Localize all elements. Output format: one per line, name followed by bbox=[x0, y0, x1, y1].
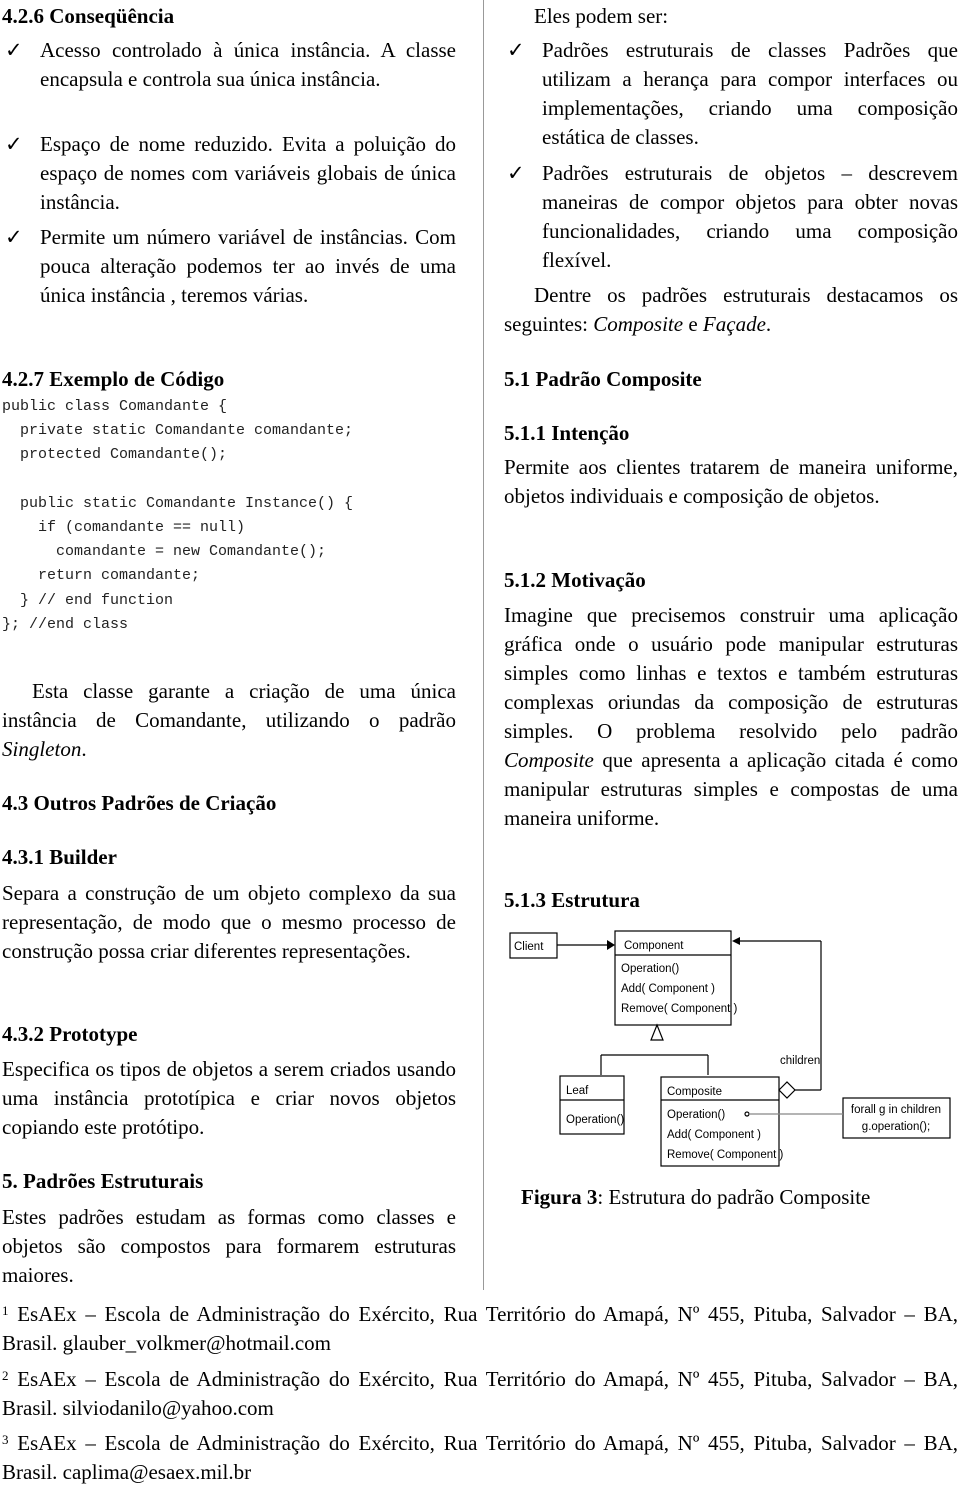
paragraph-intencao: Permite aos clientes tratarem de maneira… bbox=[504, 455, 958, 508]
paragraph-dentre: Dentre os padrões estruturais destacamos… bbox=[504, 281, 958, 339]
paragraph-prototype: Especifica os tipos de objetos a serem c… bbox=[2, 1057, 456, 1139]
code-block: public class Comandante { private static… bbox=[2, 395, 353, 637]
code-line: public class Comandante { bbox=[2, 398, 228, 415]
operation-label: Remove( Component ) bbox=[667, 1149, 783, 1161]
heading-5-1-2: 5.1.2 Motivação bbox=[504, 568, 646, 592]
footnote-text: EsAEx – Escola de Administração do Exérc… bbox=[2, 1302, 958, 1355]
paragraph-motivacao: Imagine que precisemos construir uma apl… bbox=[504, 601, 958, 833]
caption-text: : Estrutura do padrão Composite bbox=[597, 1185, 871, 1209]
paragraph-builder: Separa a construção de um objeto complex… bbox=[2, 881, 456, 963]
text-italic: Composite bbox=[504, 748, 594, 772]
composite-label: Composite bbox=[667, 1086, 722, 1098]
list-item-text: Padrões estruturais de classes Padrões q… bbox=[542, 38, 958, 149]
footnote-number: 1 bbox=[2, 1303, 9, 1318]
list-item: ✓ Padrões estruturais de classes Padrões … bbox=[507, 36, 958, 152]
list-item-text: Permite um número variável de instâncias… bbox=[40, 225, 456, 307]
code-line: public static Comandante Instance() { bbox=[2, 494, 354, 512]
heading-4-3: 4.3 Outros Padrões de Criação bbox=[2, 791, 277, 815]
footnote: 3 EsAEx – Escola de Administração do Exé… bbox=[2, 1429, 958, 1487]
arrow-head-icon bbox=[732, 937, 740, 945]
code-line: if (comandante == null) bbox=[2, 519, 246, 537]
list-item: ✓ Espaço de nome reduzido. Evita a poluiç… bbox=[5, 130, 456, 217]
children-label: children bbox=[780, 1055, 820, 1067]
paragraph-estruturais: Estes padrões estudam as formas como cla… bbox=[2, 1205, 456, 1287]
text-italic: Façade bbox=[702, 312, 766, 336]
list-item: ✓ Acesso controlado à única instância. A … bbox=[5, 36, 456, 94]
heading-5-1-3: 5.1.3 Estrutura bbox=[504, 888, 640, 912]
heading-5: 5. Padrões Estruturais bbox=[2, 1169, 204, 1193]
list-item: ✓ Padrões estruturais de objetos – descre… bbox=[507, 159, 958, 275]
list-item-text: Acesso controlado à única instância. A c… bbox=[40, 38, 456, 91]
heading-4-3-1: 4.3.1 Builder bbox=[2, 845, 117, 869]
code-line: private static Comandante comandante; bbox=[2, 422, 354, 440]
note-text: forall g in children bbox=[851, 1104, 941, 1116]
footnote-number: 2 bbox=[2, 1368, 9, 1383]
heading-4-2-7: 4.2.7 Exemplo de Código bbox=[2, 367, 225, 391]
checkmark-icon: ✓ bbox=[5, 38, 23, 62]
component-label: Component bbox=[624, 940, 684, 952]
leaf-label: Leaf bbox=[566, 1085, 589, 1097]
operation-label: Remove( Component ) bbox=[621, 1003, 737, 1015]
footnote: 2 EsAEx – Escola de Administração do Exé… bbox=[2, 1365, 958, 1423]
document-page: 4.2.6 Conseqüência ✓ Acesso controlado à … bbox=[0, 0, 960, 1487]
note-text: g.operation(); bbox=[862, 1121, 930, 1133]
intro-text: Eles podem ser: bbox=[534, 4, 669, 28]
client-label: Client bbox=[514, 941, 544, 953]
footnote-text: EsAEx – Escola de Administração do Exérc… bbox=[2, 1367, 958, 1420]
heading-5-1-1: 5.1.1 Intenção bbox=[504, 421, 630, 445]
code-line: comandante = new Comandante(); bbox=[2, 543, 327, 561]
text: . bbox=[765, 312, 772, 336]
footnote-text: EsAEx – Escola de Administração do Exérc… bbox=[2, 1431, 958, 1484]
checkmark-icon: ✓ bbox=[507, 161, 525, 185]
text: . bbox=[81, 737, 87, 761]
operation-label: Operation() bbox=[566, 1114, 624, 1126]
heading-4-3-2: 4.3.2 Prototype bbox=[2, 1022, 138, 1046]
inheritance-triangle-icon bbox=[650, 1023, 664, 1041]
composite-uml-diagram: Client Component Operation() Add( Compon… bbox=[509, 930, 951, 1167]
note-anchor bbox=[744, 1111, 750, 1117]
operation-label: Operation() bbox=[667, 1109, 725, 1121]
list-item: ✓ Permite um número variável de instância… bbox=[5, 223, 456, 310]
text: e bbox=[683, 312, 703, 336]
checkmark-icon: ✓ bbox=[5, 132, 23, 156]
footnote-number: 3 bbox=[2, 1432, 9, 1447]
checkmark-icon: ✓ bbox=[5, 225, 23, 249]
text-italic: Composite bbox=[593, 312, 684, 336]
operation-label: Operation() bbox=[621, 963, 679, 975]
list-item-text: Espaço de nome reduzido. Evita a poluiçã… bbox=[40, 132, 456, 214]
column-divider bbox=[483, 0, 484, 1290]
operation-label: Add( Component ) bbox=[667, 1129, 761, 1141]
paragraph-singleton: Esta classe garante a criação de uma úni… bbox=[2, 677, 456, 764]
figure-caption: Figura 3: Estrutura do padrão Composite bbox=[521, 1183, 870, 1212]
heading-5-1: 5.1 Padrão Composite bbox=[504, 367, 702, 391]
text: Imagine que precisemos construir uma apl… bbox=[504, 603, 958, 743]
list-item-text: Padrões estruturais de objetos – descrev… bbox=[542, 161, 958, 272]
heading-4-2-6: 4.2.6 Conseqüência bbox=[2, 4, 175, 28]
code-line: protected Comandante(); bbox=[2, 446, 228, 464]
code-line: return comandante; bbox=[2, 567, 201, 585]
checkmark-icon: ✓ bbox=[507, 38, 525, 62]
caption-label: Figura 3 bbox=[521, 1185, 598, 1209]
code-line: }; //end class bbox=[2, 615, 129, 633]
text: Esta classe garante a criação de uma úni… bbox=[2, 679, 456, 732]
operation-label: Add( Component ) bbox=[621, 983, 715, 995]
text-italic: Singleton bbox=[2, 737, 82, 761]
aggregation-diamond-icon bbox=[778, 1081, 796, 1099]
footnote: 1 EsAEx – Escola de Administração do Exé… bbox=[2, 1300, 958, 1358]
arrow-head-icon bbox=[607, 940, 615, 950]
code-line: } // end function bbox=[2, 591, 174, 609]
